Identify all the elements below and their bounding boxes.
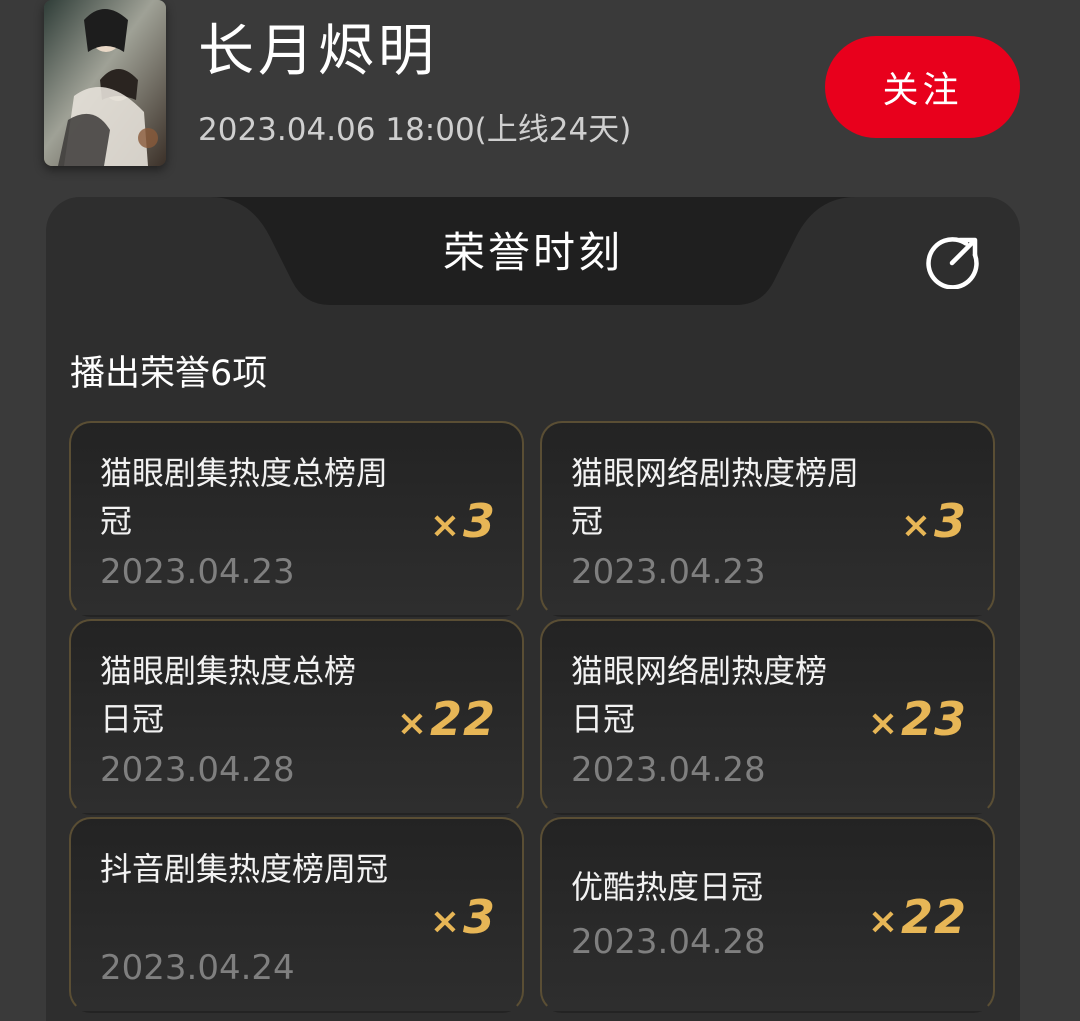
- honor-card-name: 抖音剧集热度榜周冠: [100, 850, 389, 888]
- drama-detail-page: 长月烬明 2023.04.06 18:00(上线24天) 关注 荣誉时刻 播出荣…: [0, 0, 1080, 1021]
- honor-card-name: 猫眼网络剧热度榜周冠: [571, 454, 860, 540]
- honor-card-multiplier: ×22: [868, 889, 967, 950]
- honor-card-multiplier: ×22: [397, 691, 496, 752]
- honor-card-date: 2023.04.23: [100, 552, 295, 592]
- honor-card-name: 猫眼剧集热度总榜日冠: [100, 652, 357, 738]
- honor-card[interactable]: 猫眼剧集热度总榜周冠 2023.04.23 ×3: [69, 421, 524, 617]
- multiplier-value: 3: [462, 890, 496, 944]
- honor-card-name: 猫眼网络剧热度榜日冠: [571, 652, 828, 738]
- multiplier-value: 3: [462, 494, 496, 548]
- multiplier-value: 3: [933, 494, 967, 548]
- multiplier-value: 23: [900, 692, 967, 746]
- honor-card-name: 优酷热度日冠: [571, 868, 764, 906]
- honor-card-date: 2023.04.28: [571, 922, 766, 962]
- honor-card-multiplier: ×23: [868, 691, 967, 752]
- multiplier-x-mark: ×: [429, 901, 461, 942]
- honor-card[interactable]: 猫眼剧集热度总榜日冠 2023.04.28 ×22: [69, 619, 524, 815]
- honor-card[interactable]: 猫眼网络剧热度榜日冠 2023.04.28 ×23: [540, 619, 995, 815]
- multiplier-x-mark: ×: [429, 505, 461, 546]
- drama-title: 长月烬明: [198, 19, 438, 84]
- honor-card-multiplier: ×3: [901, 493, 967, 554]
- honor-card-name: 猫眼剧集热度总榜周冠: [100, 454, 389, 540]
- honor-grid: 猫眼剧集热度总榜周冠 2023.04.23 ×3 猫眼网络剧热度榜周冠 2023…: [46, 197, 1020, 1021]
- multiplier-x-mark: ×: [867, 901, 899, 942]
- multiplier-value: 22: [900, 890, 967, 944]
- honor-card-multiplier: ×3: [430, 493, 496, 554]
- multiplier-value: 22: [429, 692, 496, 746]
- honor-card-date: 2023.04.28: [100, 750, 295, 790]
- poster-art: [44, 0, 166, 166]
- follow-button[interactable]: 关注: [825, 36, 1020, 138]
- drama-poster[interactable]: [44, 0, 166, 166]
- honor-card[interactable]: 猫眼网络剧热度榜周冠 2023.04.23 ×3: [540, 421, 995, 617]
- honor-panel: 荣誉时刻 播出荣誉6项 猫眼剧集热度总榜周冠 2023.04.23 ×3 猫眼网…: [46, 197, 1020, 1021]
- release-info: 2023.04.06 18:00(上线24天): [198, 112, 632, 148]
- honor-card-multiplier: ×3: [430, 889, 496, 950]
- multiplier-x-mark: ×: [396, 703, 428, 744]
- honor-card[interactable]: 优酷热度日冠 2023.04.28 ×22: [540, 817, 995, 1013]
- honor-card[interactable]: 抖音剧集热度榜周冠 2023.04.24 ×3: [69, 817, 524, 1013]
- multiplier-x-mark: ×: [900, 505, 932, 546]
- multiplier-x-mark: ×: [867, 703, 899, 744]
- honor-card-date: 2023.04.23: [571, 552, 766, 592]
- honor-card-date: 2023.04.28: [571, 750, 766, 790]
- honor-card-date: 2023.04.24: [100, 948, 295, 988]
